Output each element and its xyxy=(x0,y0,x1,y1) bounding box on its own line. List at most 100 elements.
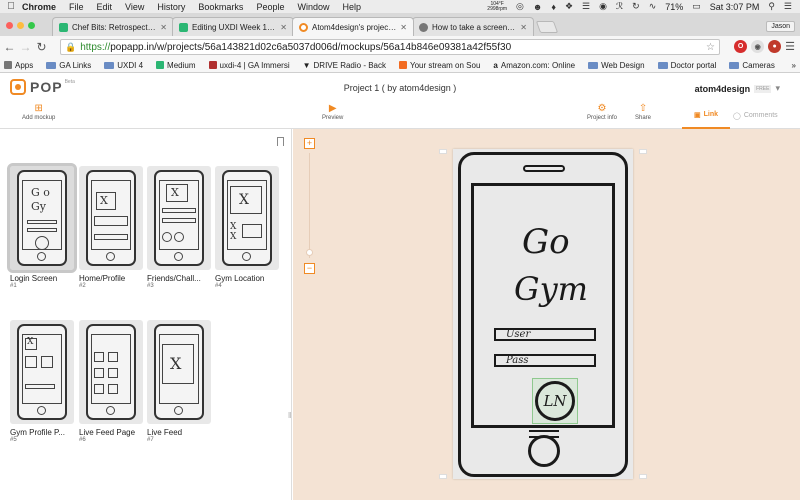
close-window-icon[interactable] xyxy=(6,22,13,29)
bookmark-uxdi-4[interactable]: UXDI 4 xyxy=(104,61,143,70)
sketch-box xyxy=(94,352,104,362)
zoom-window-icon[interactable] xyxy=(28,22,35,29)
notification-center-icon[interactable]: ☰ xyxy=(784,1,792,12)
browser-tab[interactable]: How to take a screenshot o ✕ xyxy=(412,17,534,36)
zoom-in-button[interactable]: + xyxy=(304,138,315,149)
battery-icon[interactable]: ▭ xyxy=(692,1,701,12)
browser-tab-active[interactable]: Atom4design's projects – P ✕ xyxy=(292,17,414,36)
bookmark-label: Apps xyxy=(15,60,34,70)
back-icon[interactable]: ← xyxy=(3,40,16,54)
zoom-out-button[interactable]: − xyxy=(304,263,315,274)
minimize-window-icon[interactable] xyxy=(17,22,24,29)
close-tab-icon[interactable]: ✕ xyxy=(400,23,407,32)
menu-bookmarks[interactable]: Bookmarks xyxy=(198,2,243,12)
close-tab-icon[interactable]: ✕ xyxy=(520,23,527,32)
bookmark-drive-radio[interactable]: ▼ DRIVE Radio - Back xyxy=(303,61,386,70)
menu-icon[interactable]: ☰ xyxy=(582,1,590,12)
forward-icon[interactable]: → xyxy=(19,40,32,54)
close-tab-icon[interactable]: ✕ xyxy=(160,23,167,32)
bookmark-label: DRIVE Radio - Back xyxy=(313,60,386,70)
spotlight-icon[interactable]: ⚲ xyxy=(768,1,775,12)
opera-extension-icon[interactable]: O xyxy=(734,40,748,53)
mockup-thumbnail-selected[interactable]: G o Gy Login Screen #1 xyxy=(7,163,77,289)
browser-toolbar: ← → ↻ 🔒 https:// popapp.in/w/projects/56… xyxy=(0,36,800,58)
weather-rpm: 2998rpm xyxy=(487,5,508,12)
menu-window[interactable]: Window xyxy=(297,2,329,12)
tab-comments[interactable]: ◯ Comments xyxy=(733,102,778,129)
panel-resize-handle[interactable]: ‖ xyxy=(288,411,291,420)
zoom-slider-handle[interactable] xyxy=(306,249,313,256)
menu-help[interactable]: Help xyxy=(342,2,361,12)
mockup-thumbnail[interactable]: X Gym Profile P... #5 xyxy=(10,320,74,443)
menu-view[interactable]: View xyxy=(125,2,144,12)
evernote-icon[interactable]: ♦ xyxy=(551,2,556,12)
bluetooth-icon[interactable]: ℛ xyxy=(616,1,623,12)
mockup-name: Login Screen xyxy=(10,274,58,283)
bookmark-medium[interactable]: Medium xyxy=(156,61,196,70)
chrome-menu-icon[interactable]: ☰ xyxy=(785,40,795,53)
resize-corner[interactable] xyxy=(639,149,647,154)
profile-button[interactable]: Jason xyxy=(766,21,795,32)
address-bar[interactable]: 🔒 https:// popapp.in/w/projects/56a14382… xyxy=(60,39,720,55)
zoom-slider-track[interactable] xyxy=(309,153,310,258)
bookmarks-overflow-button[interactable]: » xyxy=(792,61,796,70)
bookmark-label: Amazon.com: Online xyxy=(500,60,576,70)
browser-tab[interactable]: Chef Bits: Retrospective of ✕ xyxy=(52,17,174,36)
mockup-number: #1 xyxy=(10,283,17,289)
medium-icon xyxy=(179,22,188,32)
sketch-scribble: X xyxy=(171,186,179,199)
mockup-thumbnail[interactable]: Live Feed Page #6 xyxy=(79,320,143,443)
bookmark-icon[interactable] xyxy=(277,137,284,146)
menu-chrome[interactable]: Chrome xyxy=(22,2,56,12)
resize-corner[interactable] xyxy=(639,474,647,479)
hotspot-link[interactable]: LN xyxy=(532,378,578,424)
new-tab-button[interactable] xyxy=(535,21,559,33)
bookmark-apps[interactable]: Apps xyxy=(4,61,33,70)
bookmark-web-design[interactable]: Web Design xyxy=(588,61,645,70)
rss-icon[interactable]: ◉ xyxy=(599,1,607,12)
dropbox-icon[interactable]: ❖ xyxy=(565,1,573,12)
share-button[interactable]: ⇧ Share xyxy=(635,103,651,121)
mockup-thumbnail[interactable]: X Home/Profile #2 xyxy=(79,166,143,289)
bookmark-uxdi-ga[interactable]: uxdi-4 | GA Immersi xyxy=(208,61,290,70)
tab-link[interactable]: ▣ Link xyxy=(682,102,730,129)
account-name: atom4design xyxy=(694,83,751,94)
browser-tab[interactable]: Editing UXDI Week 1 Retro ✕ xyxy=(172,17,294,36)
resize-corner[interactable] xyxy=(439,474,447,479)
close-tab-icon[interactable]: ✕ xyxy=(280,23,287,32)
bookmark-amazon[interactable]: a Amazon.com: Online xyxy=(493,61,575,70)
resize-corner[interactable] xyxy=(439,149,447,154)
creative-cloud-icon[interactable]: ◎ xyxy=(516,1,524,12)
extension-icon[interactable]: ◉ xyxy=(751,40,765,53)
menu-history[interactable]: History xyxy=(157,2,185,12)
apple-icon[interactable]:  xyxy=(0,1,22,12)
sketch-scribble: X xyxy=(230,222,237,232)
lastpass-extension-icon[interactable]: ● xyxy=(768,40,782,53)
reload-icon[interactable]: ↻ xyxy=(35,40,48,54)
weather-widget[interactable]: 104°F 2998rpm xyxy=(487,1,508,12)
project-info-button[interactable]: ⚙ Project info xyxy=(587,103,617,121)
add-mockup-button[interactable]: ⊞ Add mockup xyxy=(22,103,55,121)
wifi-icon[interactable]: ∿ xyxy=(649,1,657,12)
face-icon[interactable]: ☻ xyxy=(533,2,542,12)
menu-edit[interactable]: Edit xyxy=(97,2,113,12)
time-machine-icon[interactable]: ↻ xyxy=(632,1,640,12)
account-menu[interactable]: atom4design FREE ▾ xyxy=(695,83,780,94)
menu-people[interactable]: People xyxy=(256,2,284,12)
bookmark-label: UXDI 4 xyxy=(117,60,144,70)
bookmark-cameras[interactable]: Cameras xyxy=(729,61,775,70)
pop-logo[interactable]: POP Beta xyxy=(10,79,75,95)
mockup-thumbnail[interactable]: X Friends/Chall... #3 xyxy=(147,166,211,289)
clock[interactable]: Sat 3:07 PM xyxy=(710,2,760,12)
menu-file[interactable]: File xyxy=(69,2,84,12)
mockup-thumbnail[interactable]: X Live Feed #7 xyxy=(147,320,211,443)
tab-title: How to take a screenshot o xyxy=(432,22,516,32)
preview-label: Preview xyxy=(322,115,344,121)
mac-menu-bar:  Chrome File Edit View History Bookmark… xyxy=(0,0,800,13)
bookmark-star-icon[interactable]: ☆ xyxy=(706,42,715,53)
mockup-thumbnail[interactable]: X X X Gym Location #4 xyxy=(215,166,279,289)
preview-button[interactable]: ▶ Preview xyxy=(322,103,343,121)
bookmark-ga-links[interactable]: GA Links xyxy=(46,61,91,70)
bookmark-soundcloud[interactable]: Your stream on Sou xyxy=(398,61,480,70)
bookmark-doctor-portal[interactable]: Doctor portal xyxy=(657,61,716,70)
